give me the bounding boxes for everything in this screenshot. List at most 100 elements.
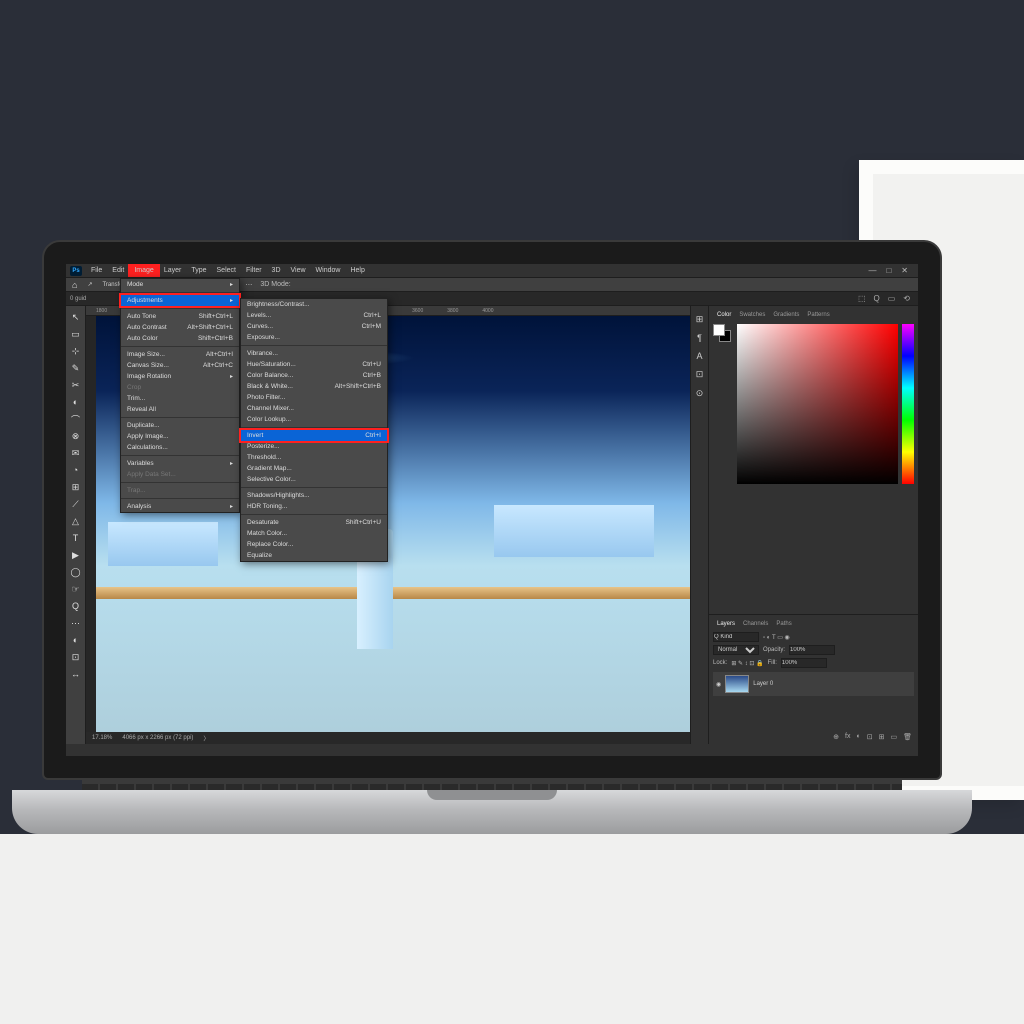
menu-item-levels[interactable]: Levels...Ctrl+L [241, 310, 387, 321]
collapsed-panel-icon[interactable]: ⊡ [696, 369, 704, 380]
tool-icon[interactable]: ⋯ [69, 616, 83, 630]
tool-icon[interactable]: ▶ [69, 548, 83, 562]
layer-action-icon[interactable]: fx [845, 733, 850, 741]
menu-window[interactable]: Window [311, 265, 346, 276]
tool-icon[interactable]: ✎ [69, 361, 83, 375]
toolbar-icon[interactable]: ⬚ [858, 294, 866, 303]
menu-item-reveal-all[interactable]: Reveal All [121, 404, 239, 415]
menu-item-mode[interactable]: Mode [121, 279, 239, 290]
tool-icon[interactable]: ⟋ [69, 497, 83, 511]
menu-filter[interactable]: Filter [241, 265, 267, 276]
tool-icon[interactable]: ✂ [69, 378, 83, 392]
tool-icon[interactable]: ☞ [69, 582, 83, 596]
tool-icon[interactable]: T [69, 531, 83, 545]
tool-icon[interactable]: ↔ [69, 667, 83, 681]
filter-icons[interactable]: ▫ ◐ T ▭ ◉ [763, 634, 790, 641]
chevron-right-icon[interactable]: 〉 [203, 734, 209, 743]
menu-item-duplicate[interactable]: Duplicate... [121, 420, 239, 431]
panel-tab-color[interactable]: Color [717, 312, 731, 318]
saturation-value-field[interactable] [737, 324, 898, 484]
menu-image[interactable]: Image [129, 265, 158, 276]
tool-icon[interactable]: △ [69, 514, 83, 528]
menu-item-trim[interactable]: Trim... [121, 393, 239, 404]
tool-icon[interactable]: ◯ [69, 565, 83, 579]
hue-slider[interactable] [902, 324, 914, 484]
collapsed-panel-icon[interactable]: A [696, 351, 702, 361]
menu-item-selective-color[interactable]: Selective Color... [241, 474, 387, 485]
tool-icon[interactable]: ⌒ [69, 412, 83, 426]
tool-icon[interactable]: ⊡ [69, 650, 83, 664]
layer-thumbnail[interactable] [725, 675, 749, 693]
menu-item-color-balance[interactable]: Color Balance...Ctrl+B [241, 370, 387, 381]
tool-icon[interactable]: Q [69, 599, 83, 613]
menu-item-photo-filter[interactable]: Photo Filter... [241, 392, 387, 403]
tool-icon[interactable]: ◐ [69, 633, 83, 647]
menu-item-match-color[interactable]: Match Color... [241, 528, 387, 539]
minimize-icon[interactable]: — [868, 266, 876, 275]
maximize-icon[interactable]: □ [886, 266, 891, 275]
collapsed-panel-icon[interactable]: ⊞ [696, 314, 704, 325]
opacity-input[interactable] [789, 645, 835, 655]
menu-item-adjustments[interactable]: Adjustments [121, 295, 239, 306]
menu-item-desaturate[interactable]: DesaturateShift+Ctrl+U [241, 517, 387, 528]
menu-edit[interactable]: Edit [107, 265, 129, 276]
close-icon[interactable]: ✕ [901, 266, 908, 275]
collapsed-panel-icon[interactable]: ¶ [697, 333, 702, 343]
tool-icon[interactable]: ⊗ [69, 429, 83, 443]
zoom-level[interactable]: 17.18% [92, 735, 112, 741]
document-tab[interactable]: 0 guid [70, 296, 86, 302]
menu-item-brightness-contrast[interactable]: Brightness/Contrast... [241, 299, 387, 310]
fg-bg-swatches[interactable] [713, 324, 733, 484]
menu-item-exposure[interactable]: Exposure... [241, 332, 387, 343]
layer-action-icon[interactable]: ⊕ [833, 733, 839, 741]
menu-item-vibrance[interactable]: Vibrance... [241, 348, 387, 359]
menu-type[interactable]: Type [186, 265, 211, 276]
layer-action-icon[interactable]: ▭ [890, 733, 897, 741]
menu-item-analysis[interactable]: Analysis [121, 501, 239, 512]
menu-item-canvas-size[interactable]: Canvas Size...Alt+Ctrl+C [121, 360, 239, 371]
menu-item-black-white[interactable]: Black & White...Alt+Shift+Ctrl+B [241, 381, 387, 392]
menu-select[interactable]: Select [212, 265, 241, 276]
panel-tab-gradients[interactable]: Gradients [773, 312, 799, 318]
menu-file[interactable]: File [86, 265, 107, 276]
tool-icon[interactable]: ◔ [69, 463, 83, 477]
menu-item-threshold[interactable]: Threshold... [241, 452, 387, 463]
layer-action-icon[interactable]: ⊡ [867, 733, 873, 741]
collapsed-panel-icon[interactable]: ⊙ [696, 388, 704, 399]
menu-item-channel-mixer[interactable]: Channel Mixer... [241, 403, 387, 414]
menu-item-auto-tone[interactable]: Auto ToneShift+Ctrl+L [121, 311, 239, 322]
menu-item-image-size[interactable]: Image Size...Alt+Ctrl+I [121, 349, 239, 360]
layer-name[interactable]: Layer 0 [753, 681, 773, 687]
menu-layer[interactable]: Layer [159, 265, 187, 276]
tool-icon[interactable]: ↖ [69, 310, 83, 324]
menu-view[interactable]: View [286, 265, 311, 276]
panel-tab-paths[interactable]: Paths [776, 621, 791, 627]
layer-filter-search[interactable] [713, 632, 759, 642]
menu-item-equalize[interactable]: Equalize [241, 550, 387, 561]
option-icon[interactable]: 3D Mode: [260, 281, 290, 289]
tool-icon[interactable]: ▭ [69, 327, 83, 341]
menu-3d[interactable]: 3D [267, 265, 286, 276]
toolbar-icon[interactable]: ⟲ [903, 294, 910, 303]
panel-tab-patterns[interactable]: Patterns [807, 312, 829, 318]
panel-tab-layers[interactable]: Layers [717, 621, 735, 627]
menu-item-hdr-toning[interactable]: HDR Toning... [241, 501, 387, 512]
menu-item-posterize[interactable]: Posterize... [241, 441, 387, 452]
layer-action-icon[interactable]: ⊞ [879, 733, 885, 741]
menu-item-auto-contrast[interactable]: Auto ContrastAlt+Shift+Ctrl+L [121, 322, 239, 333]
tool-icon[interactable]: ⊞ [69, 480, 83, 494]
foreground-color-swatch[interactable] [713, 324, 725, 336]
panel-tab-channels[interactable]: Channels [743, 621, 768, 627]
menu-item-variables[interactable]: Variables [121, 458, 239, 469]
home-icon[interactable]: ⌂ [72, 280, 77, 290]
toolbar-icon[interactable]: ▭ [888, 294, 896, 303]
menu-item-shadows-highlights[interactable]: Shadows/Highlights... [241, 490, 387, 501]
menu-item-invert[interactable]: InvertCtrl+I [241, 430, 387, 441]
option-icon[interactable]: ⋯ [245, 281, 252, 289]
layer-row[interactable]: ◉ Layer 0 [713, 672, 914, 696]
layer-action-icon[interactable]: ◐ [857, 733, 861, 741]
menu-item-calculations[interactable]: Calculations... [121, 442, 239, 453]
tool-icon[interactable]: ✉ [69, 446, 83, 460]
visibility-eye-icon[interactable]: ◉ [716, 681, 721, 688]
panel-tab-swatches[interactable]: Swatches [739, 312, 765, 318]
